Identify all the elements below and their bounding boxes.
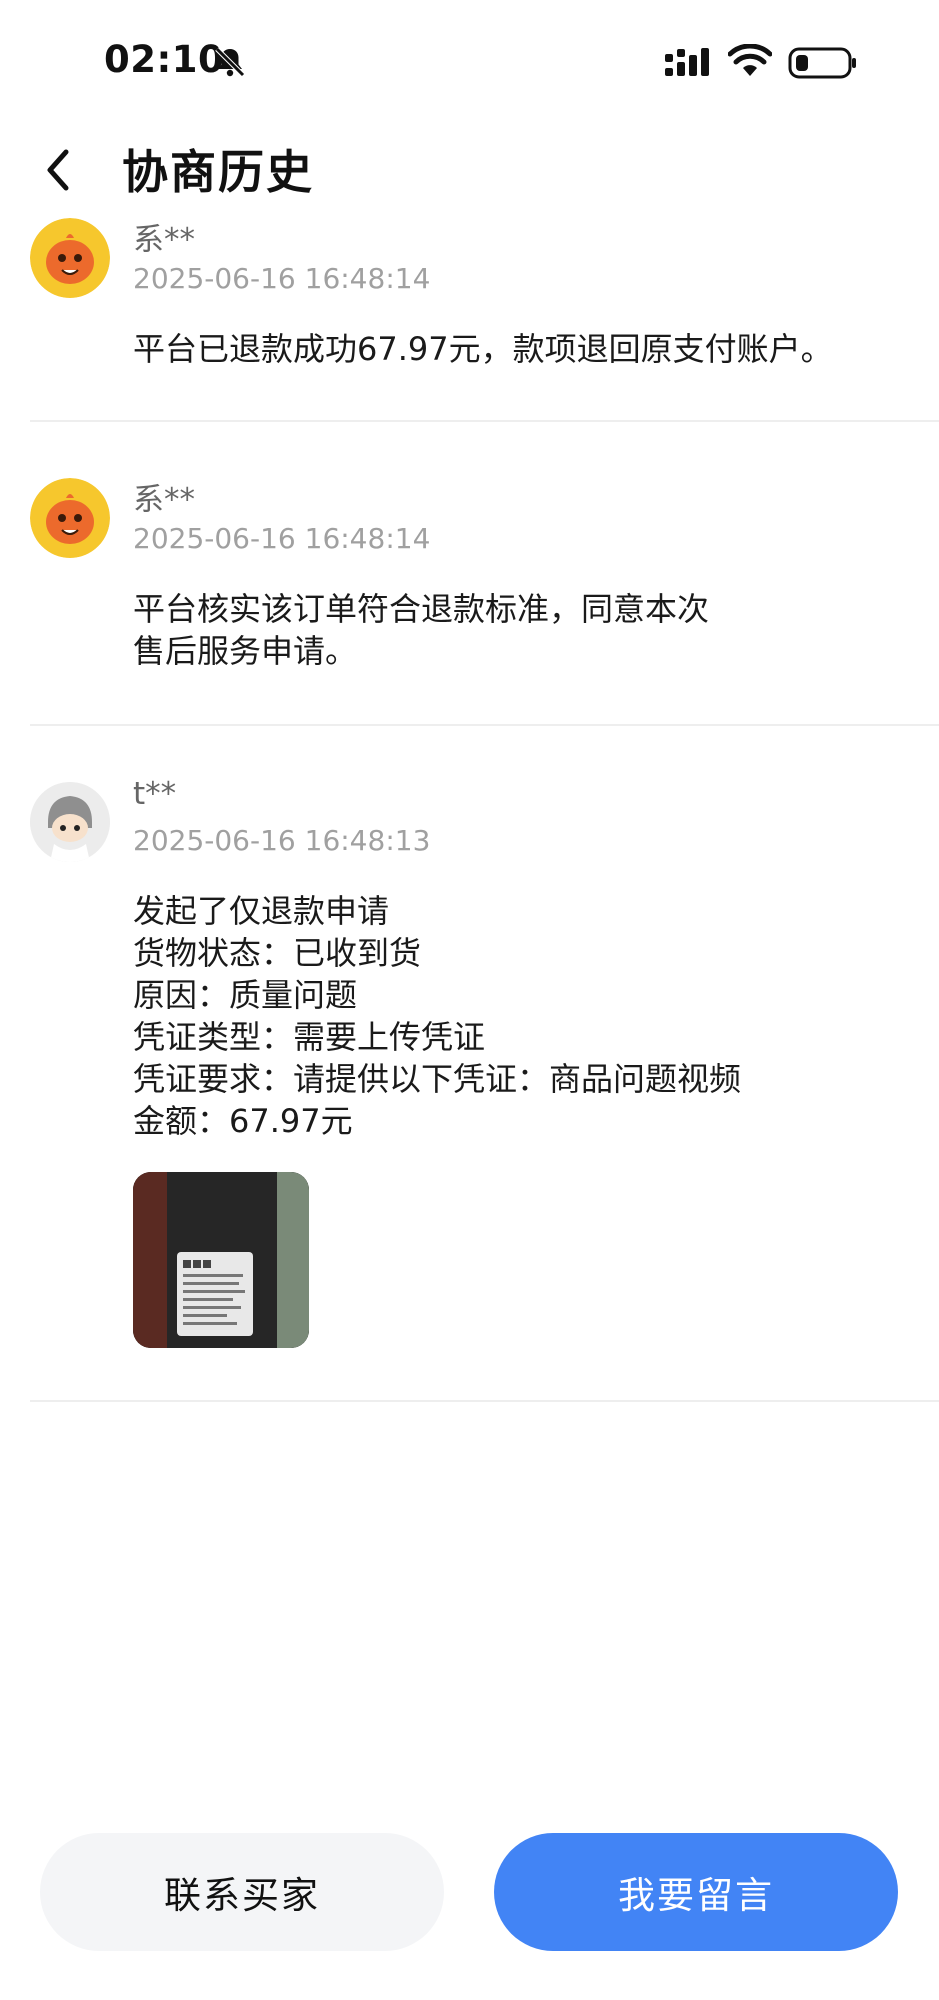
platform-mascot-avatar bbox=[30, 218, 110, 298]
divider bbox=[30, 1400, 939, 1402]
bell-muted-icon bbox=[212, 44, 248, 80]
leave-message-button[interactable]: 我要留言 bbox=[494, 1833, 898, 1951]
message-text: 平台已退款成功67.97元，款项退回原支付账户。 bbox=[133, 328, 899, 370]
message-line: 金额：67.97元 bbox=[133, 1102, 353, 1140]
platform-mascot-avatar bbox=[30, 478, 110, 558]
chevron-left-icon[interactable] bbox=[36, 140, 80, 200]
status-bar: 02:10 bbox=[0, 0, 939, 120]
contact-buyer-button[interactable]: 联系买家 bbox=[40, 1833, 444, 1951]
timestamp: 2025-06-16 16:48:14 bbox=[133, 522, 431, 555]
signal-icon bbox=[664, 46, 716, 82]
history-record: t** 2025-06-16 16:48:13 发起了仅退款申请 货物状态：已收… bbox=[0, 772, 939, 1402]
history-record: 系** 2025-06-16 16:48:14 平台已退款成功67.97元，款项… bbox=[0, 210, 939, 422]
message-line: 平台核实该订单符合退款标准，同意本次 bbox=[133, 590, 710, 628]
user-name: 系** bbox=[133, 482, 195, 518]
user-name: 系** bbox=[133, 222, 195, 258]
buyer-avatar bbox=[30, 782, 110, 862]
history-record: 系** 2025-06-16 16:48:14 平台核实该订单符合退款标准，同意… bbox=[0, 470, 939, 726]
timestamp: 2025-06-16 16:48:13 bbox=[133, 824, 431, 857]
battery-icon bbox=[788, 46, 858, 80]
message-line: 凭证类型：需要上传凭证 bbox=[133, 1018, 486, 1056]
message-line: 发起了仅退款申请 bbox=[133, 892, 390, 930]
divider bbox=[30, 420, 939, 422]
message-line: 原因：质量问题 bbox=[133, 976, 358, 1014]
message-line: 货物状态：已收到货 bbox=[133, 934, 422, 972]
message-text: 发起了仅退款申请 货物状态：已收到货 原因：质量问题 凭证类型：需要上传凭证 凭… bbox=[133, 890, 899, 1142]
divider bbox=[30, 724, 939, 726]
status-time: 02:10 bbox=[104, 38, 225, 81]
wifi-icon bbox=[727, 43, 773, 80]
evidence-photo[interactable] bbox=[133, 1172, 309, 1348]
page-title: 协商历史 bbox=[122, 145, 314, 199]
message-line: 平台已退款成功67.97元，款项退回原支付账户。 bbox=[133, 330, 833, 368]
user-name: t** bbox=[133, 776, 177, 812]
timestamp: 2025-06-16 16:48:14 bbox=[133, 262, 431, 295]
message-line: 凭证要求：请提供以下凭证：商品问题视频 bbox=[133, 1060, 742, 1098]
header: 协商历史 bbox=[0, 120, 939, 220]
message-line: 售后服务申请。 bbox=[133, 632, 358, 670]
message-text: 平台核实该订单符合退款标准，同意本次 售后服务申请。 bbox=[133, 588, 899, 672]
